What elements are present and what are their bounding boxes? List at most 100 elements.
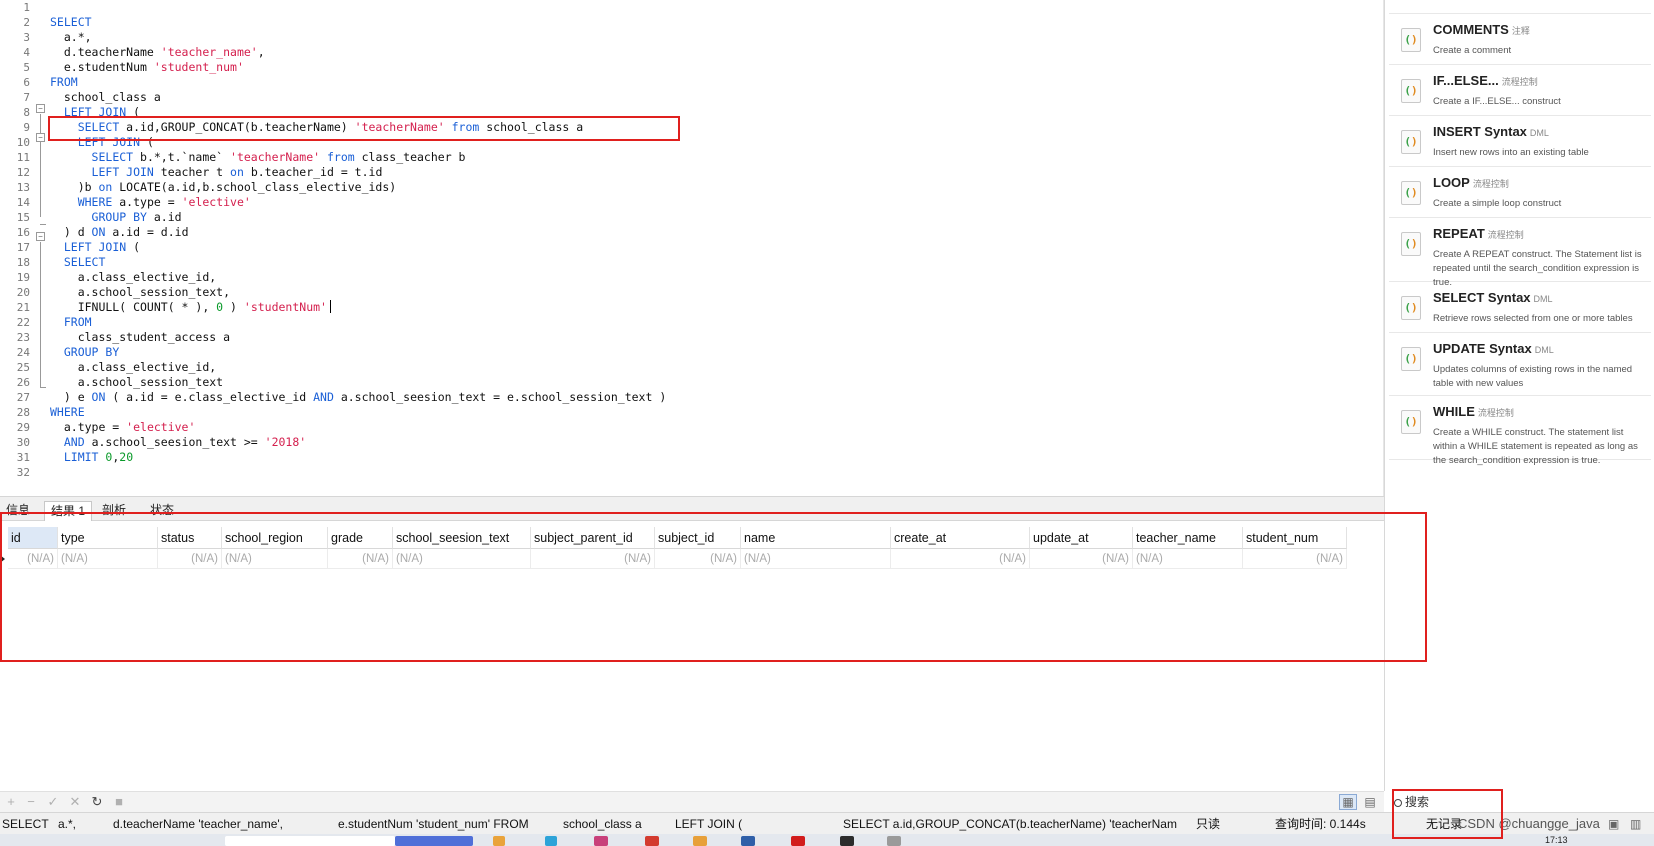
snippet-category: DML bbox=[1534, 345, 1554, 355]
code-line[interactable]: SELECT b.*,t.`name` 'teacherName' from c… bbox=[50, 150, 466, 165]
code-line[interactable]: a.school_session_text bbox=[50, 375, 223, 390]
taskbar-app-icon[interactable] bbox=[693, 836, 707, 846]
fold-toggle-icon[interactable]: − bbox=[36, 232, 45, 241]
code-line[interactable]: ) d ON a.id = d.id bbox=[50, 225, 189, 240]
sql-text: ( a.id = e.class_elective_id bbox=[105, 390, 314, 404]
snippet-description: Create a conditional construct bbox=[1433, 0, 1645, 4]
taskbar-app-icon[interactable] bbox=[791, 836, 805, 846]
taskbar-clock: 17:13 bbox=[1545, 835, 1568, 845]
sql-keyword: LEFT JOIN bbox=[63, 240, 127, 254]
sql-keyword: SELECT bbox=[63, 255, 106, 269]
sql-editor[interactable]: − − − 1 2 3 4 5 6 7 8 9 10 11 12 13 14 15 16 17 18 19 20 21 2… bbox=[0, 0, 1384, 496]
code-line[interactable]: a.school_session_text, bbox=[50, 285, 230, 300]
code-line[interactable]: e.studentNum 'student_num' bbox=[50, 60, 244, 75]
code-line[interactable]: LIMIT 0,20 bbox=[50, 450, 133, 465]
fold-guide bbox=[40, 242, 41, 387]
code-line[interactable]: a.class_elective_id, bbox=[50, 270, 216, 285]
taskbar-app[interactable] bbox=[395, 836, 473, 846]
snippet-item[interactable]: () COMMENTS 注释 Create a comment bbox=[1389, 14, 1651, 65]
taskbar-app-icon[interactable] bbox=[594, 836, 608, 846]
snippet-description: Create a IF...ELSE... construct bbox=[1433, 96, 1561, 107]
sql-keyword: FROM bbox=[63, 315, 92, 329]
code-line[interactable]: FROM bbox=[50, 75, 78, 90]
snippet-item[interactable]: () INSERT Syntax DML Insert new rows into a… bbox=[1389, 116, 1651, 167]
panel-toggle-icon[interactable]: ▥ bbox=[1630, 813, 1648, 835]
code-line[interactable]: SELECT bbox=[50, 15, 92, 30]
snippet-item[interactable]: () UPDATE Syntax DML Updates columns of exi… bbox=[1389, 333, 1651, 396]
sql-string: 'teacherName' bbox=[230, 150, 321, 164]
sql-text: IFNULL( COUNT( * ), bbox=[50, 300, 217, 314]
discard-changes-icon[interactable]: ✕ bbox=[66, 794, 84, 810]
status-sql-segment: school_class a bbox=[563, 817, 642, 831]
taskbar-app[interactable] bbox=[225, 836, 395, 846]
sql-keyword: on bbox=[98, 180, 113, 194]
code-line[interactable]: d.teacherName 'teacher_name', bbox=[50, 45, 265, 60]
code-line[interactable]: )b on LOCATE(a.id,b.school_class_electiv… bbox=[50, 180, 397, 195]
code-line[interactable]: a.class_elective_id, bbox=[50, 360, 216, 375]
line-number-gutter: − − − 1 2 3 4 5 6 7 8 9 10 11 12 13 14 15 16 17 18 19 20 21 2… bbox=[0, 0, 50, 496]
add-record-icon[interactable]: + bbox=[2, 794, 20, 810]
taskbar-app-icon[interactable] bbox=[840, 836, 854, 846]
sql-string: 'studentNum' bbox=[243, 300, 327, 314]
code-line[interactable]: school_class a bbox=[50, 90, 161, 105]
snippet-item[interactable]: Create a conditional construct bbox=[1389, 0, 1651, 14]
taskbar-app-icon[interactable] bbox=[741, 836, 755, 846]
taskbar-app-icon[interactable] bbox=[545, 836, 557, 846]
sql-text: b.teacher_id = t.id bbox=[243, 165, 383, 179]
code-line[interactable]: class_student_access a bbox=[50, 330, 230, 345]
code-line[interactable]: WHERE a.type = 'elective' bbox=[50, 195, 251, 210]
panel-toggle-icon[interactable]: ▣ bbox=[1608, 813, 1626, 835]
code-line[interactable]: AND a.school_seesion_text >= '2018' bbox=[50, 435, 306, 450]
line-number: 21 bbox=[16, 301, 30, 314]
taskbar-app-icon[interactable] bbox=[493, 836, 505, 846]
code-line[interactable]: GROUP BY bbox=[50, 345, 119, 360]
snippet-category: 流程控制 bbox=[1487, 230, 1524, 240]
sql-text: e.studentNum bbox=[50, 60, 154, 74]
fold-toggle-icon[interactable]: − bbox=[36, 104, 45, 113]
code-line[interactable]: WHERE bbox=[50, 405, 85, 420]
snippet-title: INSERT Syntax DML bbox=[1433, 124, 1549, 139]
code-snippet-icon: () bbox=[1401, 296, 1421, 320]
snippet-name: REPEAT bbox=[1433, 226, 1485, 241]
line-number: 1 bbox=[23, 1, 30, 14]
code-line[interactable]: SELECT bbox=[50, 255, 106, 270]
snippet-item[interactable]: () REPEAT 流程控制 Create A REPEAT construct. T… bbox=[1389, 218, 1651, 288]
sql-text: )b bbox=[50, 180, 99, 194]
snippet-description: Updates columns of existing rows in the … bbox=[1433, 364, 1633, 389]
snippet-item[interactable]: () SELECT Syntax DML Retrieve rows selected… bbox=[1389, 282, 1651, 333]
snippet-category: 注释 bbox=[1511, 26, 1530, 36]
fold-toggle-icon[interactable]: − bbox=[36, 133, 45, 142]
status-sql-segment: SELECT a.id,GROUP_CONCAT(b.teacherName) … bbox=[843, 817, 1177, 831]
code-line[interactable]: LEFT JOIN teacher t on b.teacher_id = t.… bbox=[50, 165, 383, 180]
stop-icon[interactable]: ■ bbox=[110, 794, 128, 810]
sql-keyword: on bbox=[230, 165, 244, 179]
code-line[interactable]: IFNULL( COUNT( * ), 0 ) 'studentNum' bbox=[50, 300, 331, 315]
sql-text: a.school_seesion_text >= bbox=[84, 435, 265, 449]
snippet-item[interactable]: () IF...ELSE... 流程控制 Create a IF...ELSE... … bbox=[1389, 65, 1651, 116]
status-sql-segment: LEFT JOIN ( bbox=[675, 817, 743, 831]
sql-text: b.*,t.`name` bbox=[133, 150, 231, 164]
code-line[interactable]: GROUP BY a.id bbox=[50, 210, 182, 225]
snippet-item[interactable]: () LOOP 流程控制 Create a simple loop construct bbox=[1389, 167, 1651, 218]
line-number: 12 bbox=[16, 166, 30, 179]
delete-record-icon[interactable]: − bbox=[22, 794, 40, 810]
line-number: 18 bbox=[16, 256, 30, 269]
apply-changes-icon[interactable]: ✓ bbox=[44, 794, 62, 810]
taskbar-app-icon[interactable] bbox=[887, 836, 901, 846]
code-line[interactable]: a.type = 'elective' bbox=[50, 420, 196, 435]
refresh-icon[interactable]: ↻ bbox=[88, 794, 106, 810]
code-snippet-icon: () bbox=[1401, 347, 1421, 371]
snippet-item[interactable]: () WHILE 流程控制 Create a WHILE construct. The… bbox=[1389, 396, 1651, 466]
code-line[interactable]: FROM bbox=[50, 315, 92, 330]
sql-text: d.teacherName bbox=[50, 45, 161, 59]
line-number: 16 bbox=[16, 226, 30, 239]
snippet-name: INSERT Syntax bbox=[1433, 124, 1527, 139]
grid-view-icon[interactable]: ▦ bbox=[1339, 794, 1357, 810]
taskbar-app-icon[interactable] bbox=[645, 836, 659, 846]
form-view-icon[interactable]: ▤ bbox=[1361, 794, 1379, 810]
code-line[interactable]: ) e ON ( a.id = e.class_elective_id AND … bbox=[50, 390, 666, 405]
code-line[interactable]: LEFT JOIN ( bbox=[50, 240, 140, 255]
code-line[interactable]: a.*, bbox=[50, 30, 92, 45]
sql-keyword: from bbox=[326, 150, 355, 164]
